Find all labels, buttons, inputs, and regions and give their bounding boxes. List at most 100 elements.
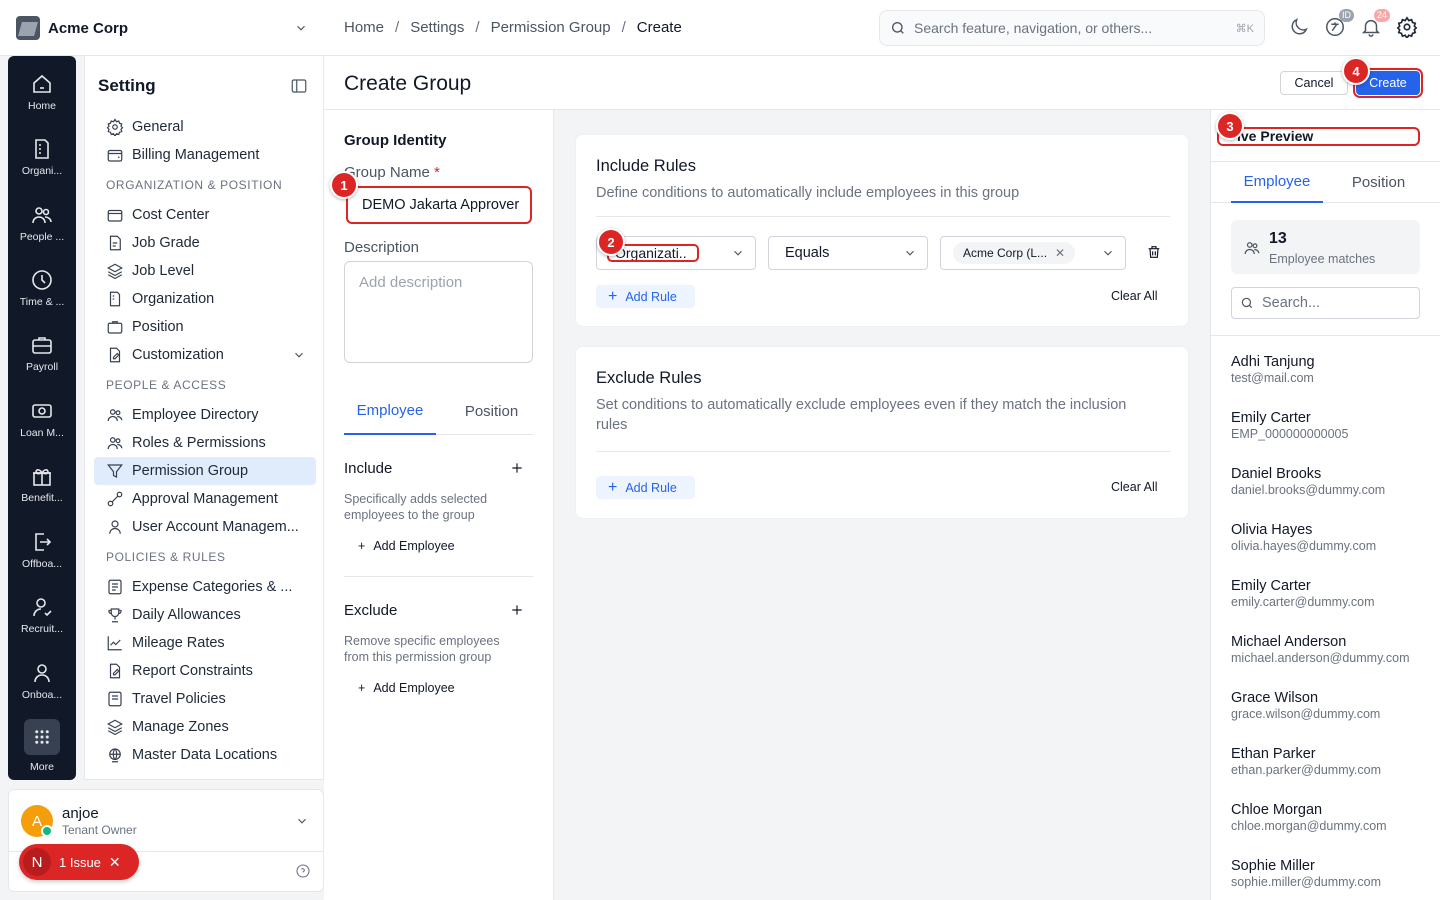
chevron-down-icon[interactable] [295,814,309,828]
top-icons: ID 24 [1288,9,1420,40]
layers-icon [107,263,123,280]
preview-search-input[interactable]: Search... [1231,287,1420,319]
divider [344,576,533,577]
list-icon [108,579,122,595]
list-item: Grace Wilson grace.wilson@dummy.com [1231,690,1431,721]
rail-time[interactable]: Time & ... [8,268,76,308]
workflow-icon [107,491,123,507]
rail-home[interactable]: Home [8,72,76,112]
rail-benefit[interactable]: Benefit... [8,464,76,504]
building-icon [109,291,121,307]
breadcrumb-home[interactable]: Home [344,19,384,36]
close-icon[interactable]: ✕ [1055,246,1065,260]
clock-icon [30,268,54,292]
settings-item-master-data-locations[interactable]: Master Data Locations [94,741,316,769]
close-icon[interactable]: ✕ [109,854,121,871]
settings-item-expense-categories[interactable]: Expense Categories & ... [94,573,316,601]
issue-badge[interactable]: N 1 Issue ✕ [19,844,139,880]
settings-item-label: Travel Policies [132,691,226,707]
exclude-clear-all-button[interactable]: Clear All [1111,480,1158,494]
moon-icon[interactable] [1288,16,1312,40]
employee-email: daniel.brooks@dummy.com [1231,483,1386,497]
sidebar-toggle-icon[interactable] [290,77,308,95]
settings-item-mileage-rates[interactable]: Mileage Rates [94,629,316,657]
step-marker-2: 2 [597,228,625,256]
tab-position[interactable]: Position [444,388,539,435]
cancel-button[interactable]: Cancel [1280,71,1348,95]
exclude-add-employee-button[interactable]: + Add Employee [358,681,455,695]
tab-employee[interactable]: Employee [1231,162,1323,203]
settings-item-manage-zones[interactable]: Manage Zones [94,713,316,741]
issue-avatar: N [23,848,51,876]
settings-item-job-level[interactable]: Job Level [94,257,316,285]
settings-item-user-account[interactable]: User Account Managem... [94,513,316,541]
description-textarea[interactable]: Add description [344,261,533,363]
settings-item-position[interactable]: Position [94,313,316,341]
rail-offboarding[interactable]: Offboa... [8,530,76,570]
rail-label: More [30,761,54,773]
rail-loan[interactable]: Loan M... [8,399,76,439]
user-name: anjoe [62,805,99,822]
include-clear-all-button[interactable]: Clear All [1111,289,1158,303]
help-icon[interactable] [295,863,311,879]
rail-recruitment[interactable]: Recruit... [8,595,76,635]
bell-icon[interactable]: 24 [1360,9,1390,40]
rail-payroll[interactable]: Payroll [8,333,76,373]
user-check-icon [30,595,54,619]
step-marker-1: 1 [330,171,358,199]
gear-icon[interactable] [1396,16,1420,40]
settings-item-travel-policies[interactable]: Travel Policies [94,685,316,713]
gear-icon [106,118,124,136]
rail-people[interactable]: People ... [8,203,76,243]
employee-email: ethan.parker@dummy.com [1231,763,1382,777]
tab-employee[interactable]: Employee [344,388,436,435]
plus-icon[interactable] [510,461,524,475]
settings-item-customization[interactable]: Customization [94,341,316,369]
language-icon[interactable]: ID [1324,9,1354,40]
tab-position[interactable]: Position [1331,162,1426,203]
settings-item-label: Report Constraints [132,663,253,679]
employee-email: michael.anderson@dummy.com [1231,651,1410,665]
rule-operator-select[interactable]: Equals [768,236,928,270]
company-switcher[interactable]: Acme Corp [16,16,308,40]
exclude-add-rule-button[interactable]: + Add Rule [596,476,695,499]
trash-icon[interactable] [1146,244,1162,260]
settings-item-cost-center[interactable]: Cost Center [94,201,316,229]
settings-item-general[interactable]: General [94,113,316,141]
settings-item-billing[interactable]: Billing Management [94,141,316,169]
rail-more[interactable]: More [8,719,76,773]
include-add-rule-button[interactable]: + Add Rule [596,285,695,308]
user-icon [30,661,54,685]
settings-item-job-grade[interactable]: Job Grade [94,229,316,257]
settings-item-report-constraints[interactable]: Report Constraints [94,657,316,685]
rule-value-select[interactable]: Acme Corp (L... ✕ [940,236,1126,270]
employee-name: Grace Wilson [1231,690,1319,706]
settings-item-approval[interactable]: Approval Management [94,485,316,513]
breadcrumb-permission-group[interactable]: Permission Group [491,19,611,36]
breadcrumb-settings[interactable]: Settings [410,19,464,36]
identity-tabs: Employee Position [344,388,533,435]
plus-icon[interactable] [510,603,524,617]
settings-item-roles[interactable]: Roles & Permissions [94,429,316,457]
settings-item-employee-directory[interactable]: Employee Directory [94,401,316,429]
top-bar: Acme Corp Home / Settings / Permission G… [0,0,1440,56]
description-label: Description [344,239,420,256]
section-heading: Group Identity [344,132,447,149]
rail-onboarding[interactable]: Onboa... [8,661,76,701]
rail-label: Recruit... [20,623,63,635]
group-name-input[interactable]: DEMO Jakarta Approver [346,186,532,224]
settings-item-label: Billing Management [132,147,260,163]
rail-organization[interactable]: Organi... [8,137,76,177]
divider [1211,335,1440,336]
settings-item-organization[interactable]: Organization [94,285,316,313]
rail-label: Loan M... [20,427,64,439]
include-add-employee-button[interactable]: + Add Employee [358,539,455,553]
rail-label: Payroll [25,361,59,373]
chart-icon [107,636,122,651]
settings-item-label: Job Level [132,263,195,279]
globe-icon [109,748,121,763]
settings-item-daily-allowances[interactable]: Daily Allowances [94,601,316,629]
global-search[interactable]: Search feature, navigation, or others...… [879,10,1265,46]
settings-item-permission-group[interactable]: Permission Group [94,457,316,485]
settings-item-label: Mileage Rates [132,635,225,651]
